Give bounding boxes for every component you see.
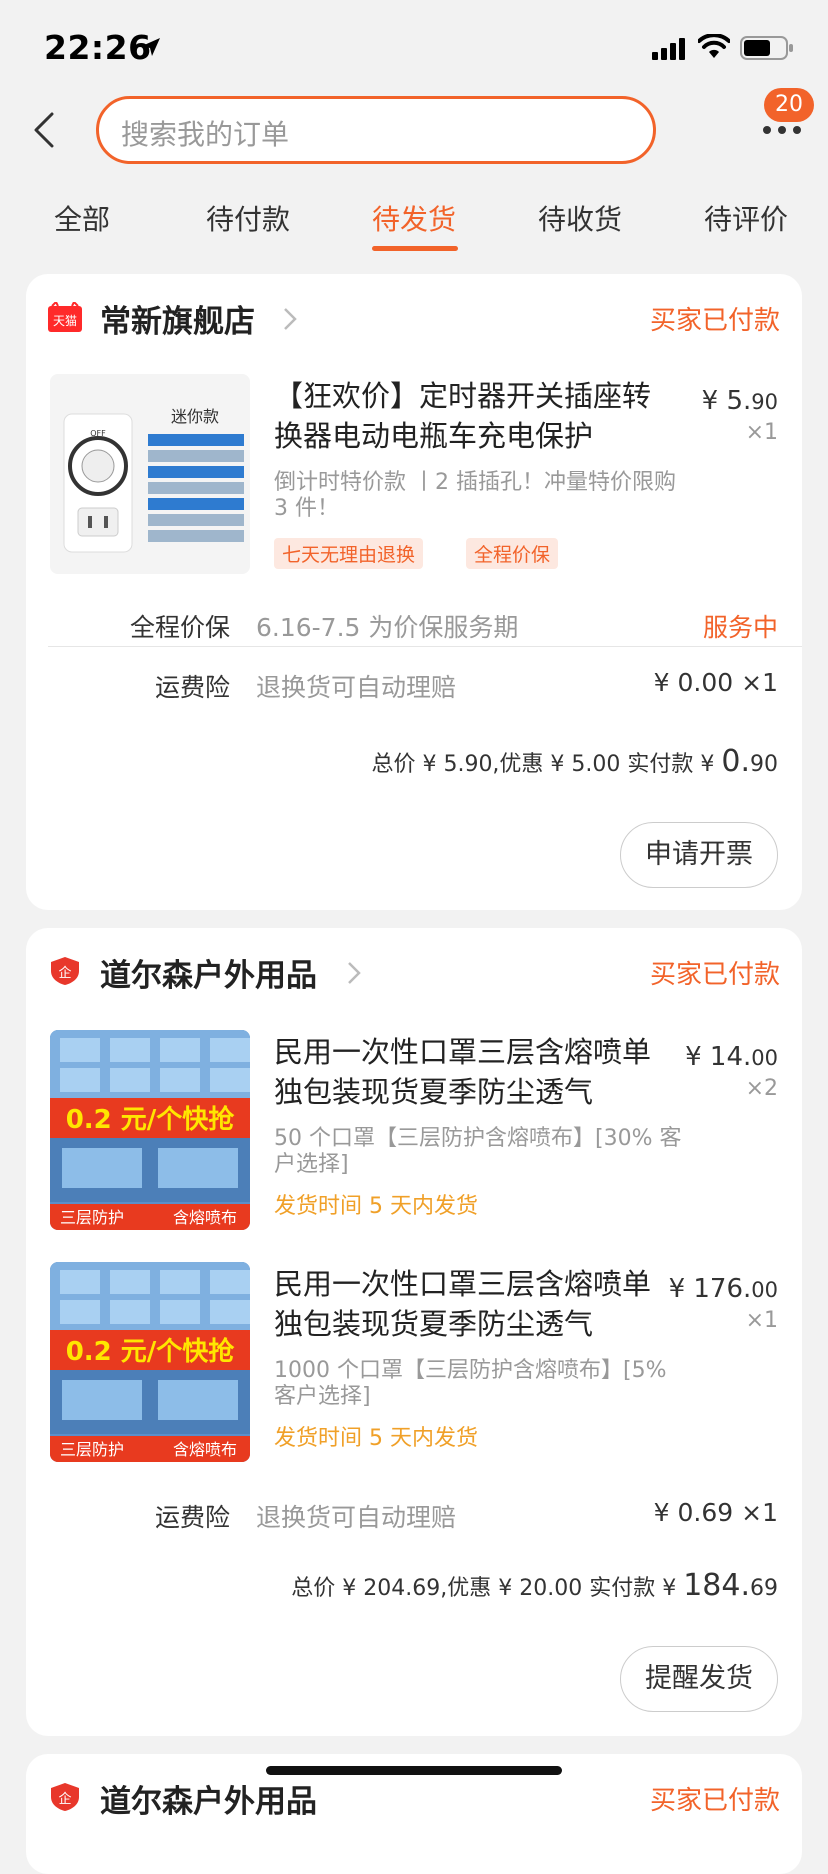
enterprise-shield-icon: 企	[51, 1783, 79, 1811]
tab-pending-payment[interactable]: 待付款	[206, 198, 290, 238]
svg-text:企: 企	[58, 1791, 71, 1807]
product-sku: 倒计时特价款 丨2 插插孔！冲量特价限购 3 件！	[274, 470, 676, 521]
search-input[interactable]: 搜索我的订单	[96, 96, 656, 164]
product-title[interactable]: 民用一次性口罩三层含熔喷单独包装现货夏季防尘透气	[274, 1264, 654, 1344]
service-price: ¥ 0.69 ×1	[653, 1498, 778, 1527]
product-title[interactable]: 民用一次性口罩三层含熔喷单独包装现货夏季防尘透气	[274, 1032, 654, 1112]
order-status: 买家已付款	[649, 1786, 780, 1816]
order-card[interactable]: 企 道尔森户外用品 买家已付款 0.2 元/个快抢 三层防护 含熔喷布 民用一次…	[26, 928, 802, 1736]
service-tag: 全程价保	[466, 538, 559, 569]
more-icon[interactable]	[762, 122, 802, 138]
service-tag: 七天无理由退换	[274, 538, 424, 569]
product-quantity: ×1	[745, 1308, 778, 1333]
tab-pending-review[interactable]: 待评价	[704, 198, 788, 238]
shipping-insurance-row[interactable]: 运费险 退换货可自动理赔 ¥ 0.69 ×1	[26, 1486, 802, 1544]
delivery-time: 发货时间 5 天内发货	[274, 1194, 478, 1219]
shop-header[interactable]: 企 道尔森户外用品 买家已付款	[26, 928, 802, 1016]
product-price: ¥ 14.00	[685, 1042, 778, 1072]
order-tabs: 全部 待付款 待发货 待收货 待评价	[0, 190, 828, 256]
signal-icon	[652, 38, 685, 60]
service-price: ¥ 0.00 ×1	[653, 668, 778, 697]
product-title[interactable]: 【狂欢价】定时器开关插座转换器电动电瓶车充电保护	[274, 376, 674, 456]
tab-pending-receipt[interactable]: 待收货	[538, 198, 622, 238]
service-desc: 退换货可自动理赔	[256, 673, 457, 702]
svg-text:天猫: 天猫	[53, 314, 77, 328]
product-thumbnail[interactable]: 迷你款 OFF	[50, 374, 250, 574]
status-bar: 22:26	[0, 0, 828, 92]
product-quantity: ×1	[745, 420, 778, 445]
service-desc: 退换货可自动理赔	[256, 1503, 457, 1532]
remind-shipment-button[interactable]: 提醒发货	[620, 1646, 778, 1712]
service-label: 全程价保	[129, 613, 230, 642]
service-label: 运费险	[154, 1503, 230, 1532]
message-count-badge: 20	[764, 88, 814, 122]
shipping-insurance-row[interactable]: 运费险 退换货可自动理赔 ¥ 0.00 ×1	[26, 656, 802, 714]
order-total: 总价 ¥ 5.90,优惠 ¥ 5.00 实付款 ¥ 0.90	[371, 744, 778, 779]
order-item[interactable]: 迷你款 OFF 【狂欢价】定时器开关插座转换器电动电瓶车充电保护 倒计时特价款 …	[26, 374, 802, 594]
product-thumbnail[interactable]: 0.2 元/个快抢 三层防护 含熔喷布	[50, 1030, 250, 1230]
battery-icon	[740, 36, 793, 60]
svg-text:三层防护: 三层防护	[60, 1440, 124, 1459]
search-placeholder: 搜索我的订单	[121, 118, 290, 151]
order-status: 买家已付款	[649, 960, 780, 990]
shop-name[interactable]: 道尔森户外用品	[100, 1776, 317, 1821]
request-invoice-button[interactable]: 申请开票	[620, 822, 778, 888]
enterprise-shield-icon: 企	[51, 957, 79, 985]
chevron-right-icon	[284, 308, 297, 330]
home-indicator[interactable]	[266, 1766, 562, 1775]
service-status: 服务中	[702, 613, 778, 642]
location-arrow-icon	[142, 38, 160, 56]
svg-text:OFF: OFF	[90, 429, 106, 438]
svg-text:企: 企	[58, 965, 71, 981]
tab-pending-shipment[interactable]: 待发货	[372, 198, 456, 238]
product-quantity: ×2	[745, 1076, 778, 1101]
product-thumbnail[interactable]: 0.2 元/个快抢 三层防护 含熔喷布	[50, 1262, 250, 1462]
clock: 22:26	[44, 28, 152, 67]
shop-header[interactable]: 天猫 常新旗舰店 买家已付款	[26, 274, 802, 362]
product-price: ¥ 5.90	[701, 386, 778, 416]
order-status: 买家已付款	[649, 306, 780, 336]
order-item[interactable]: 0.2 元/个快抢 三层防护 含熔喷布 民用一次性口罩三层含熔喷单独包装现货夏季…	[26, 1030, 802, 1250]
order-item[interactable]: 0.2 元/个快抢 三层防护 含熔喷布 民用一次性口罩三层含熔喷单独包装现货夏季…	[26, 1262, 802, 1482]
order-total: 总价 ¥ 204.69,优惠 ¥ 20.00 实付款 ¥ 184.69	[291, 1568, 778, 1603]
svg-text:0.2 元/个快抢: 0.2 元/个快抢	[66, 1104, 236, 1135]
back-arrow-icon[interactable]	[24, 108, 68, 152]
svg-text:迷你款: 迷你款	[171, 407, 219, 426]
order-card[interactable]: 天猫 常新旗舰店 买家已付款 迷你款 OFF 【狂欢价】定时器开关插座转换器电动…	[26, 274, 802, 910]
wifi-icon	[698, 34, 730, 58]
active-tab-indicator	[372, 246, 458, 251]
product-sku: 50 个口罩【三层防护含熔喷布】[30% 客户选择]	[274, 1126, 682, 1177]
tab-all[interactable]: 全部	[54, 198, 110, 238]
svg-text:三层防护: 三层防护	[60, 1208, 124, 1227]
shop-name[interactable]: 道尔森户外用品	[100, 950, 317, 995]
product-price: ¥ 176.00	[668, 1274, 778, 1304]
service-label: 运费险	[154, 673, 230, 702]
chevron-right-icon	[348, 962, 361, 984]
svg-text:0.2 元/个快抢: 0.2 元/个快抢	[66, 1336, 236, 1367]
product-sku: 1000 个口罩【三层防护含熔喷布】[5% 客户选择]	[274, 1358, 667, 1409]
service-desc: 6.16-7.5 为价保服务期	[256, 613, 519, 642]
svg-text:含熔喷布: 含熔喷布	[173, 1440, 237, 1459]
svg-text:含熔喷布: 含熔喷布	[173, 1208, 237, 1227]
delivery-time: 发货时间 5 天内发货	[274, 1426, 478, 1451]
shop-name[interactable]: 常新旗舰店	[100, 296, 255, 341]
tmall-logo-icon: 天猫	[48, 302, 82, 332]
divider	[48, 646, 802, 647]
